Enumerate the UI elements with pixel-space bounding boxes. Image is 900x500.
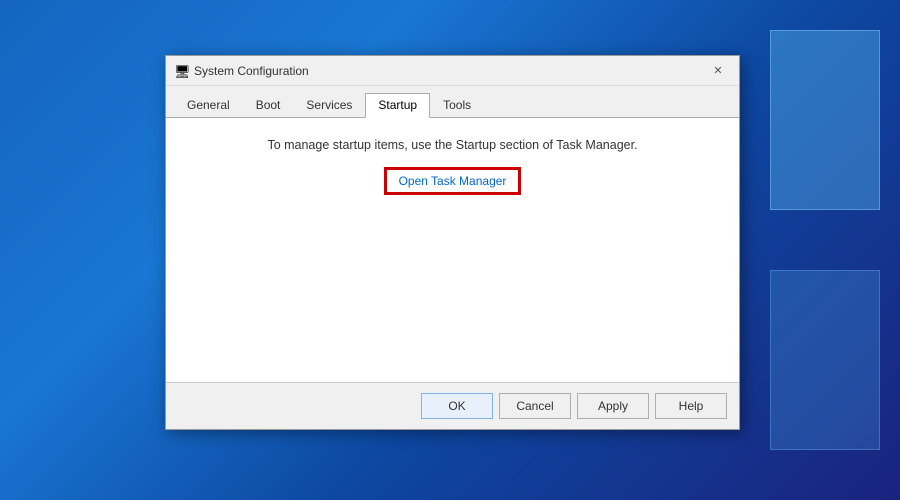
open-task-manager-button[interactable]: Open Task Manager [385, 168, 521, 194]
title-controls: ✕ [705, 60, 731, 82]
decoration-panel-bottom [770, 270, 880, 450]
apply-button[interactable]: Apply [577, 393, 649, 419]
dialog-title: System Configuration [194, 64, 309, 78]
tab-startup[interactable]: Startup [365, 93, 430, 118]
decoration-panel-top [770, 30, 880, 210]
tab-tools[interactable]: Tools [430, 93, 484, 118]
dialog-icon: 🖥 [174, 64, 188, 78]
tab-services[interactable]: Services [293, 93, 365, 118]
tab-boot[interactable]: Boot [243, 93, 294, 118]
dialog-footer: OK Cancel Apply Help [166, 382, 739, 429]
title-bar-left: 🖥 System Configuration [174, 64, 309, 78]
help-button[interactable]: Help [655, 393, 727, 419]
tab-content-startup: To manage startup items, use the Startup… [166, 118, 739, 382]
startup-message: To manage startup items, use the Startup… [186, 138, 719, 152]
desktop: 🖥 System Configuration ✕ General Boot Se… [0, 0, 900, 500]
cancel-button[interactable]: Cancel [499, 393, 571, 419]
desktop-decoration [750, 30, 880, 450]
system-configuration-dialog: 🖥 System Configuration ✕ General Boot Se… [165, 55, 740, 430]
tab-general[interactable]: General [174, 93, 243, 118]
ok-button[interactable]: OK [421, 393, 493, 419]
close-button[interactable]: ✕ [705, 60, 731, 82]
tabs-bar: General Boot Services Startup Tools [166, 86, 739, 118]
title-bar: 🖥 System Configuration ✕ [166, 56, 739, 86]
